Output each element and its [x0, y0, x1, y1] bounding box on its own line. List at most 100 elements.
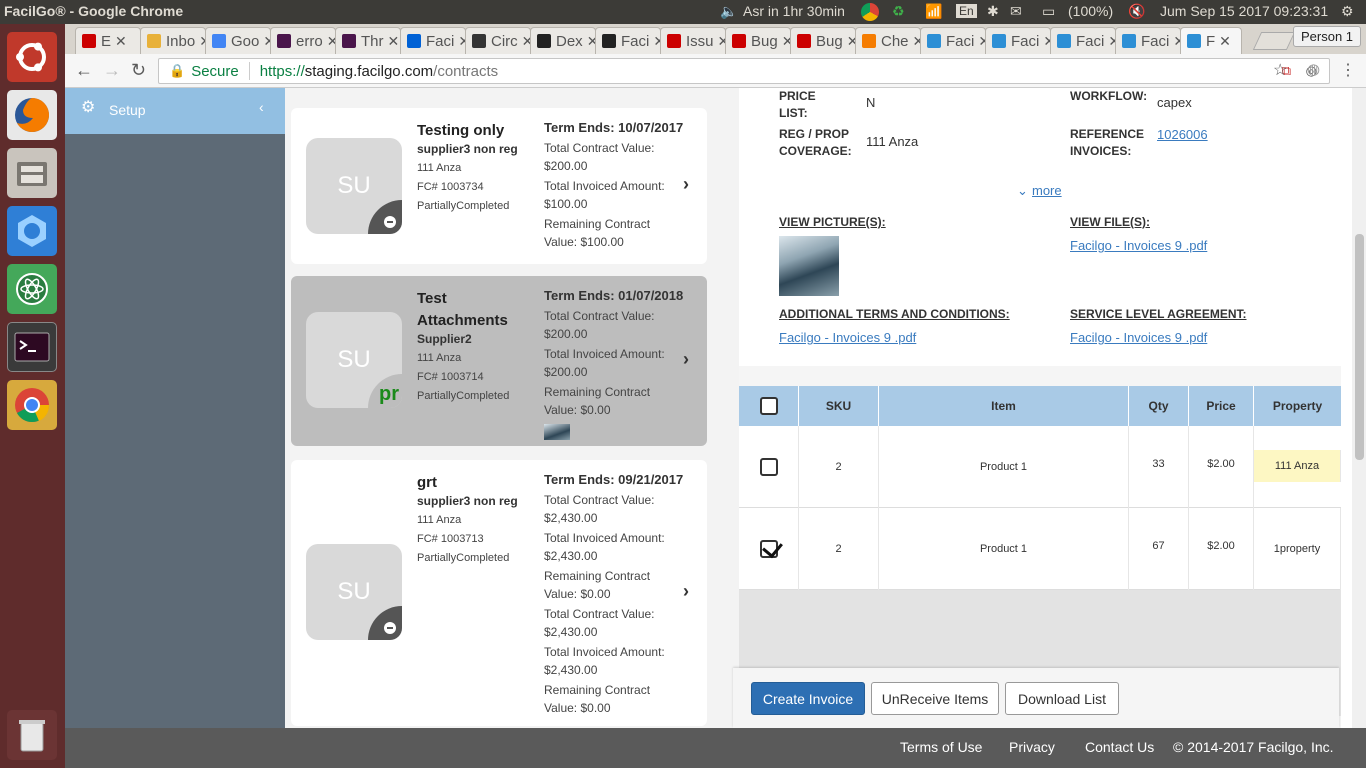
column-header-sku[interactable]: SKU [799, 386, 879, 426]
tab[interactable]: Faci✕ [1050, 27, 1116, 54]
tab[interactable]: Dex✕ [530, 27, 596, 54]
tab[interactable]: Faci✕ [400, 27, 466, 54]
mute-icon[interactable]: 🔇 [1128, 3, 1145, 20]
forward-button[interactable]: → [103, 60, 121, 81]
sync-icon[interactable]: ♻ [892, 3, 905, 20]
terms-conditions-label: ADDITIONAL TERMS AND CONDITIONS: [779, 307, 1010, 321]
picture-thumbnail[interactable] [779, 236, 839, 296]
contract-card[interactable]: SU pr Test Attachments Supplier2 111 Anza FC#… [291, 276, 707, 446]
tab-label: Dex [556, 32, 583, 50]
more-link[interactable]: more [1032, 183, 1062, 198]
close-tab-icon[interactable]: ✕ [115, 33, 127, 50]
chevron-right-icon[interactable]: › [683, 349, 689, 370]
close-tab-icon[interactable]: ✕ [1219, 33, 1231, 50]
tab[interactable]: Faci✕ [985, 27, 1051, 54]
extension-ghost-icon[interactable]: ◍ [1307, 60, 1320, 78]
new-tab-button[interactable] [1252, 32, 1296, 50]
attachment-thumbnail[interactable] [544, 424, 570, 440]
page-scrollbar[interactable] [1352, 88, 1366, 728]
tab[interactable]: Faci✕ [920, 27, 986, 54]
column-header-item[interactable]: Item [879, 386, 1129, 426]
column-header-qty[interactable]: Qty [1129, 386, 1189, 426]
tab[interactable]: Issu✕ [660, 27, 726, 54]
tab[interactable]: Faci✕ [595, 27, 661, 54]
contract-card[interactable]: SU grt supplier3 non reg 111 Anza FC# 100371… [291, 460, 707, 726]
prayer-time[interactable]: Asr in 1hr 30min [743, 3, 845, 19]
file-link[interactable]: Facilgo - Invoices 9 .pdf [1070, 238, 1207, 253]
chevron-right-icon[interactable]: › [683, 581, 689, 602]
tab[interactable]: Inbo✕ [140, 27, 206, 54]
table-row[interactable]: 2 Product 1 67 $2.00 1property [739, 508, 1341, 590]
sla-file-link[interactable]: Facilgo - Invoices 9 .pdf [1070, 330, 1207, 345]
atom-editor-icon[interactable] [7, 264, 57, 314]
files-icon[interactable] [7, 148, 57, 198]
chrome-icon[interactable] [7, 380, 57, 430]
github-icon [602, 34, 616, 48]
contract-card[interactable]: SU Testing only supplier3 non reg 111 Anza F… [291, 108, 707, 264]
tab[interactable]: E ✕ [75, 27, 141, 54]
terms-of-use-link[interactable]: Terms of Use [900, 739, 982, 755]
reference-invoice-link[interactable]: 1026006 [1157, 127, 1208, 142]
select-all-checkbox[interactable] [759, 397, 778, 415]
slack-icon [342, 34, 356, 48]
chevron-right-icon[interactable]: › [683, 174, 689, 195]
contact-us-link[interactable]: Contact Us [1085, 739, 1154, 755]
browser-toolbar: ← → ↻ 🔒 Secure https:// staging.facilgo.… [65, 54, 1366, 88]
column-header-property[interactable]: Property [1254, 386, 1341, 426]
battery-level[interactable]: (100%) [1068, 3, 1113, 19]
gears-icon: ⚙ [81, 99, 96, 116]
terminal-icon[interactable] [7, 322, 57, 372]
chrome-tray-icon[interactable] [861, 3, 879, 21]
property-name: 111 Anza [417, 162, 462, 174]
facilgo-icon [992, 34, 1006, 48]
reload-button[interactable]: ↻ [131, 60, 146, 81]
tab-label: Circ [491, 32, 518, 50]
sidebar-item-setup[interactable]: ⚙ Setup ‹ [65, 88, 285, 134]
firefox-icon[interactable] [7, 90, 57, 140]
scrollbar-thumb[interactable] [1355, 234, 1364, 460]
sla-label: SERVICE LEVEL AGREEMENT: [1070, 307, 1247, 321]
mail-icon[interactable]: ✉ [1010, 3, 1022, 20]
avatar-initials: SU [337, 578, 371, 605]
bookmark-star-icon[interactable]: ☆ [1273, 60, 1287, 80]
page-content: ⚙ Setup ‹ SU Testing only supplier3 non re… [65, 88, 1352, 728]
chevron-down-icon[interactable]: ⌄ [1017, 183, 1028, 199]
privacy-link[interactable]: Privacy [1009, 739, 1055, 755]
download-list-button[interactable]: Download List [1005, 682, 1119, 715]
tab[interactable]: Thr ✕ [335, 27, 401, 54]
row-checkbox[interactable] [759, 458, 778, 476]
close-tab-icon[interactable]: ✕ [388, 33, 400, 50]
battery-icon[interactable]: ▭ [1042, 3, 1055, 20]
tab[interactable]: erro✕ [270, 27, 336, 54]
tab[interactable]: Che✕ [855, 27, 921, 54]
terms-file-link[interactable]: Facilgo - Invoices 9 .pdf [779, 330, 916, 345]
tab[interactable]: Circ✕ [465, 27, 531, 54]
gear-icon[interactable]: ⚙ [1341, 3, 1354, 20]
column-header-price[interactable]: Price [1189, 386, 1254, 426]
unreceive-items-button[interactable]: UnReceive Items [871, 682, 999, 715]
back-button[interactable]: ← [75, 60, 93, 81]
price-list-value: N [866, 95, 876, 110]
trash-icon[interactable] [7, 710, 57, 760]
tab[interactable]: Bug✕ [725, 27, 791, 54]
tab[interactable]: F ✕ [1180, 27, 1242, 54]
tab[interactable]: Bug✕ [790, 27, 856, 54]
tab-label: F [1206, 32, 1216, 50]
keyboard-layout[interactable]: En [956, 4, 977, 18]
wifi-icon[interactable]: 📶 [925, 3, 942, 20]
chrome-menu-icon[interactable]: ⋮ [1340, 60, 1356, 80]
tab[interactable]: Goo✕ [205, 27, 271, 54]
table-row[interactable]: 2 Product 1 33 $2.00 111 Anza [739, 426, 1341, 508]
chevron-left-icon[interactable]: ‹ [259, 99, 264, 115]
create-invoice-button[interactable]: Create Invoice [751, 682, 865, 715]
volume-icon[interactable]: 🔈 [720, 3, 737, 20]
app-launcher-icon[interactable] [7, 206, 57, 256]
row-checkbox[interactable] [759, 540, 778, 558]
clock[interactable]: Jum Sep 15 2017 09:23:31 [1160, 3, 1328, 19]
ubuntu-dash-icon[interactable] [7, 32, 57, 82]
profile-button[interactable]: Person 1 [1293, 26, 1362, 47]
bluetooth-icon[interactable]: ✱ [987, 3, 999, 20]
url-scheme: https:// [259, 62, 305, 80]
tab[interactable]: Faci✕ [1115, 27, 1181, 54]
address-bar[interactable]: 🔒 Secure https:// staging.facilgo.com /c… [158, 58, 1330, 84]
